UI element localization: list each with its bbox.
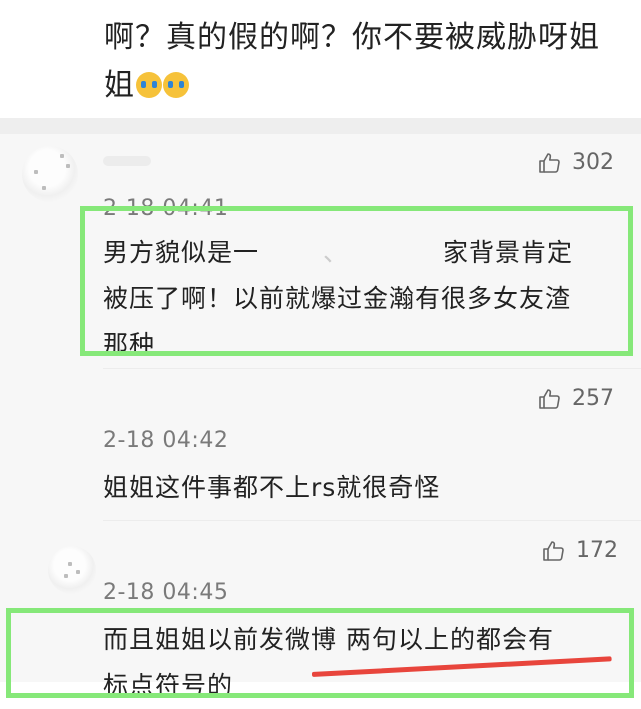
reply-time: 2-18 04:45 [103,580,229,605]
avatar[interactable] [48,546,96,594]
loudly-crying-face-icon [136,72,162,98]
thumbs-up-icon [543,540,564,561]
top-comment: 啊？真的假的啊？你不要被威胁呀姐姐 [0,0,641,118]
like-button[interactable]: 302 [538,150,614,175]
like-button[interactable]: 172 [542,538,618,563]
top-comment-text: 啊？真的假的啊？你不要被威胁呀姐姐 [104,20,600,103]
reply-time: 2-18 04:42 [103,428,229,453]
username-redacted[interactable] [103,156,151,166]
reply-text: 姐姐这件事都不上rs就很奇怪 [103,473,441,502]
loudly-crying-face-icon [163,72,189,98]
separator [103,368,641,369]
avatar[interactable] [22,146,78,202]
thumbs-up-icon [539,152,560,173]
like-count: 257 [572,386,614,411]
separator [103,520,641,521]
like-count: 302 [572,150,614,175]
like-count: 172 [576,538,618,563]
thumbs-up-icon [539,388,560,409]
highlight-box [80,206,633,356]
like-button[interactable]: 257 [538,386,614,411]
highlight-box [6,608,634,698]
section-divider [0,118,641,134]
